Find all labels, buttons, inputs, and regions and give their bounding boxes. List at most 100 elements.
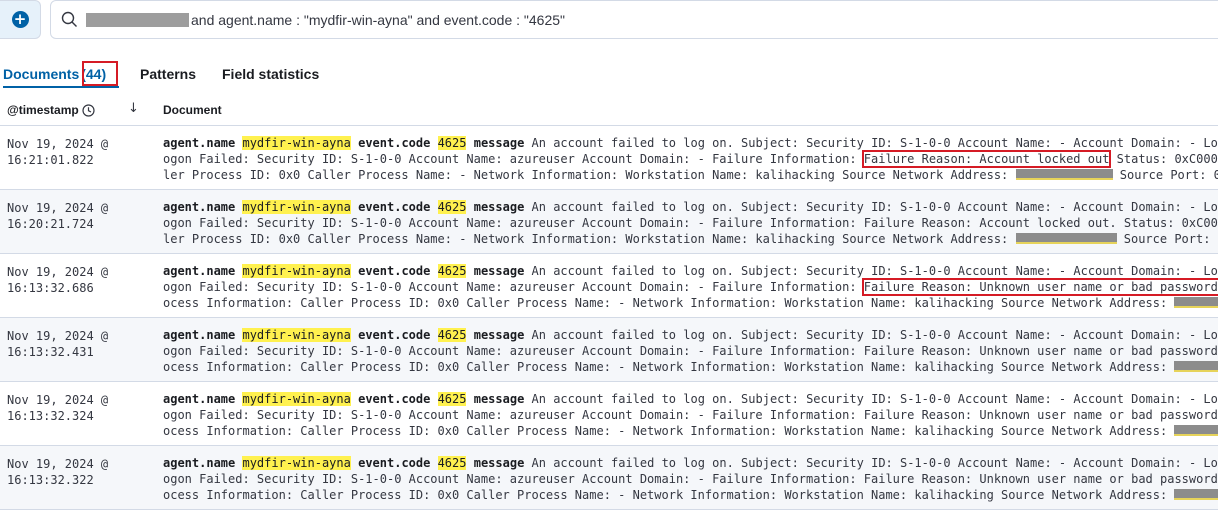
query-input[interactable]: and agent.name : "mydfir-win-ayna" and e… <box>50 0 1218 39</box>
message-text: An account failed to log on. Subject: Se… <box>531 392 1218 406</box>
message-text: ler Process ID: 0x0 Caller Process Name:… <box>163 232 1016 246</box>
message-text: ogon Failed: Security ID: S-1-0-0 Accoun… <box>163 472 1218 486</box>
document-line: ocess Information: Caller Process ID: 0x… <box>163 359 1218 375</box>
document-line: agent.name mydfir-win-ayna event.code 46… <box>163 135 1218 151</box>
document-line: ogon Failed: Security ID: S-1-0-0 Accoun… <box>163 471 1218 487</box>
redacted-ip-address <box>1174 489 1218 500</box>
document-line: ler Process ID: 0x0 Caller Process Name:… <box>163 231 1218 247</box>
message-text: Source Port: 0 <box>1112 168 1218 182</box>
tab-field-statistics[interactable]: Field statistics <box>222 66 319 82</box>
field-value-agent: mydfir-win-ayna <box>242 456 351 470</box>
grid-header: @timestamp ↓ Document <box>0 95 1218 126</box>
add-filter-button[interactable]: + <box>0 0 41 39</box>
message-text: An account failed to log on. Subject: Se… <box>531 264 1218 278</box>
field-key-event-code: event.code <box>358 200 431 214</box>
document-line: ler Process ID: 0x0 Caller Process Name:… <box>163 167 1218 183</box>
timestamp-date: Nov 19, 2024 @ <box>7 329 109 343</box>
document-line: ogon Failed: Security ID: S-1-0-0 Accoun… <box>163 407 1218 423</box>
redacted-ip-address <box>1174 297 1218 308</box>
timestamp-column-header[interactable]: @timestamp <box>7 103 95 117</box>
field-key-agent: agent.name <box>163 328 236 342</box>
tab-patterns[interactable]: Patterns <box>140 66 196 82</box>
document-line: ogon Failed: Security ID: S-1-0-0 Accoun… <box>163 215 1218 231</box>
document-line: ocess Information: Caller Process ID: 0x… <box>163 423 1218 439</box>
field-key-message: message <box>473 456 525 470</box>
redacted-ip-address <box>1015 169 1113 180</box>
message-text: ocess Information: Caller Process ID: 0x… <box>163 424 1175 438</box>
message-text: ocess Information: Caller Process ID: 0x… <box>163 296 1175 310</box>
document-line: ogon Failed: Security ID: S-1-0-0 Accoun… <box>163 343 1218 359</box>
message-text: Source Port: 0 <box>1116 232 1218 246</box>
document-column-header: Document <box>163 103 222 117</box>
field-key-agent: agent.name <box>163 264 236 278</box>
timestamp-date: Nov 19, 2024 @ <box>7 201 109 215</box>
message-text: ocess Information: Caller Process ID: 0x… <box>163 360 1175 374</box>
field-value-agent: mydfir-win-ayna <box>242 264 351 278</box>
document-line: ogon Failed: Security ID: S-1-0-0 Accoun… <box>163 150 1218 168</box>
table-row[interactable]: Nov 19, 2024 @ 16:13:32.686 agent.name myd… <box>0 254 1218 318</box>
arrow-down-icon[interactable]: ↓ <box>128 101 139 116</box>
document-line: agent.name mydfir-win-ayna event.code 46… <box>163 327 1218 343</box>
timestamp-date: Nov 19, 2024 @ <box>7 457 109 471</box>
timestamp-cell: Nov 19, 2024 @ 16:13:32.686 <box>7 264 127 296</box>
table-row[interactable]: Nov 19, 2024 @ 16:13:32.431 agent.name myd… <box>0 318 1218 382</box>
message-text: Status: 0xC000 <box>1109 152 1218 166</box>
timestamp-cell: Nov 19, 2024 @ 16:21:01.822 <box>7 136 127 168</box>
message-text: ocess Information: Caller Process ID: 0x… <box>163 488 1175 502</box>
timestamp-cell: Nov 19, 2024 @ 16:20:21.724 <box>7 200 127 232</box>
message-text: ogon Failed: Security ID: S-1-0-0 Accoun… <box>163 344 1218 358</box>
message-text: An account failed to log on. Subject: Se… <box>531 328 1218 342</box>
table-row[interactable]: Nov 19, 2024 @ 16:13:32.322 agent.name myd… <box>0 446 1218 510</box>
field-key-agent: agent.name <box>163 456 236 470</box>
document-cell: agent.name mydfir-win-ayna event.code 46… <box>163 327 1218 375</box>
table-row[interactable]: Nov 19, 2024 @ 16:13:32.324 agent.name myd… <box>0 382 1218 446</box>
timestamp-cell: Nov 19, 2024 @ 16:13:32.324 <box>7 392 127 424</box>
timestamp-time: 16:13:32.431 <box>7 345 94 359</box>
field-key-agent: agent.name <box>163 200 236 214</box>
query-text: and agent.name : "mydfir-win-ayna" and e… <box>191 12 565 28</box>
tab-bar: Documents (44) Patterns Field statistics <box>0 62 1218 90</box>
table-row[interactable]: Nov 19, 2024 @ 16:21:01.822 agent.name myd… <box>0 126 1218 190</box>
message-text: An account failed to log on. Subject: Se… <box>531 456 1218 470</box>
message-text: ogon Failed: Security ID: S-1-0-0 Accoun… <box>163 280 864 294</box>
timestamp-cell: Nov 19, 2024 @ 16:13:32.322 <box>7 456 127 488</box>
clock-icon <box>82 103 95 117</box>
field-value-event-code: 4625 <box>437 136 467 150</box>
field-value-agent: mydfir-win-ayna <box>242 200 351 214</box>
tab-documents-label: Documents <box>3 66 80 82</box>
timestamp-time: 16:13:32.686 <box>7 281 94 295</box>
field-key-event-code: event.code <box>358 264 431 278</box>
timestamp-time: 16:13:32.322 <box>7 473 94 487</box>
timestamp-time: 16:21:01.822 <box>7 153 94 167</box>
timestamp-time: 16:20:21.724 <box>7 217 94 231</box>
document-line: agent.name mydfir-win-ayna event.code 46… <box>163 199 1218 215</box>
failure-reason-annotation: Failure Reason: Unknown user name or bad… <box>861 278 1218 296</box>
redacted-ip-address <box>1174 361 1218 372</box>
message-text: An account failed to log on. Subject: Se… <box>531 200 1218 214</box>
field-value-event-code: 4625 <box>437 456 467 470</box>
document-cell: agent.name mydfir-win-ayna event.code 46… <box>163 199 1218 247</box>
document-cell: agent.name mydfir-win-ayna event.code 46… <box>163 455 1218 503</box>
message-text: An account failed to log on. Subject: Se… <box>531 136 1218 150</box>
document-cell: agent.name mydfir-win-ayna event.code 46… <box>163 263 1218 311</box>
document-line: ocess Information: Caller Process ID: 0x… <box>163 487 1218 503</box>
document-line: ogon Failed: Security ID: S-1-0-0 Accoun… <box>163 278 1218 296</box>
field-value-agent: mydfir-win-ayna <box>242 136 351 150</box>
count-annotation-box <box>82 61 118 86</box>
redacted-ip-address <box>1015 233 1117 244</box>
document-cell: agent.name mydfir-win-ayna event.code 46… <box>163 391 1218 439</box>
document-line: agent.name mydfir-win-ayna event.code 46… <box>163 391 1218 407</box>
timestamp-header-label: @timestamp <box>7 103 79 117</box>
field-key-event-code: event.code <box>358 328 431 342</box>
field-key-message: message <box>473 136 525 150</box>
field-value-agent: mydfir-win-ayna <box>242 328 351 342</box>
field-key-event-code: event.code <box>358 456 431 470</box>
table-row[interactable]: Nov 19, 2024 @ 16:20:21.724 agent.name myd… <box>0 190 1218 254</box>
document-line: agent.name mydfir-win-ayna event.code 46… <box>163 455 1218 471</box>
field-key-agent: agent.name <box>163 392 236 406</box>
document-line: ocess Information: Caller Process ID: 0x… <box>163 295 1218 311</box>
field-value-event-code: 4625 <box>437 392 467 406</box>
message-text: ogon Failed: Security ID: S-1-0-0 Accoun… <box>163 408 1218 422</box>
failure-reason-annotation: Failure Reason: Account locked out <box>861 150 1112 168</box>
field-key-message: message <box>473 328 525 342</box>
